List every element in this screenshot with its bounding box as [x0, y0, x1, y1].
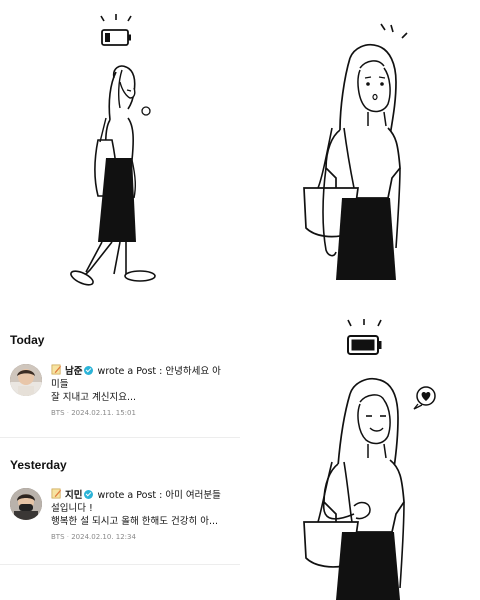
happy-woman-illustration — [303, 319, 436, 600]
post-excerpt-line3: 잘 지내고 계신지요... — [51, 392, 137, 403]
post-meta: BTS · 2024.02.10. 12:34 — [51, 533, 136, 541]
post-source: BTS — [51, 533, 65, 541]
low-battery-icon — [100, 14, 132, 46]
section-divider — [0, 437, 240, 438]
post-timestamp: 2024.02.11. 15:01 — [71, 409, 136, 417]
verified-icon — [83, 490, 93, 499]
surprise-lines-icon — [380, 23, 408, 39]
post-excerpt-line3: 행복한 설 되시고 올해 한해도 건강히 아... — [51, 516, 219, 527]
post-excerpt-line2: 미들 — [51, 379, 69, 390]
post-excerpt-line1: 아미 여러분들 — [165, 490, 221, 501]
avatar-photo — [10, 364, 42, 396]
verified-icon — [83, 366, 93, 375]
heart-icon — [413, 386, 436, 410]
post-verb: wrote a Post : — [97, 490, 163, 501]
pencil-icon — [51, 488, 62, 499]
post-verb: wrote a Post : — [97, 366, 163, 377]
post-timestamp: 2024.02.10. 12:34 — [71, 533, 136, 541]
avatar[interactable] — [10, 364, 42, 396]
post-excerpt-line2: 설입니다 ! — [51, 503, 93, 514]
section-today-title: Today — [10, 333, 45, 347]
avatar-photo — [10, 488, 42, 520]
full-battery-icon — [347, 319, 382, 355]
tired-woman-illustration — [70, 14, 156, 286]
feed-post-item[interactable]: 지민 wrote a Post : 아미 여러분들 설입니다 ! 행복한 설 되… — [10, 488, 236, 554]
post-text: 지민 wrote a Post : 아미 여러분들 설입니다 ! 행복한 설 되… — [51, 488, 236, 528]
feed-post-item[interactable]: 남준 wrote a Post : 안녕하세요 아 미들 잘 지내고 계신지요.… — [10, 364, 236, 430]
post-source: BTS — [51, 409, 65, 417]
section-yesterday-title: Yesterday — [10, 458, 67, 472]
post-meta: BTS · 2024.02.11. 15:01 — [51, 409, 136, 417]
post-author[interactable]: 남준 — [65, 366, 82, 377]
section-divider — [0, 564, 240, 565]
post-text: 남준 wrote a Post : 안녕하세요 아 미들 잘 지내고 계신지요.… — [51, 364, 236, 404]
pencil-icon — [51, 364, 62, 375]
post-author[interactable]: 지민 — [65, 490, 82, 501]
avatar[interactable] — [10, 488, 42, 520]
surprised-woman-illustration — [303, 23, 408, 280]
post-excerpt-line1: 안녕하세요 아 — [165, 366, 221, 377]
